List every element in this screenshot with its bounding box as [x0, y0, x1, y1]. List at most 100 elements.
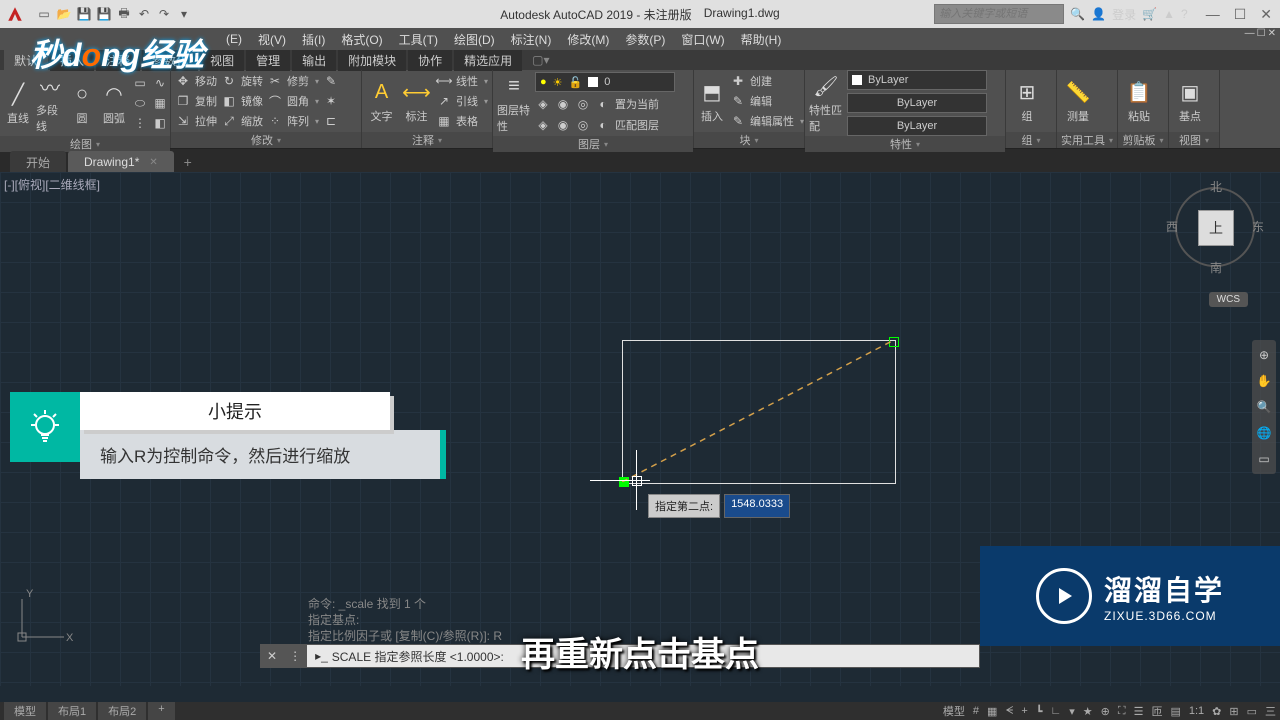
status-cycle-icon[interactable]: 匝 — [1151, 703, 1162, 719]
tab-close-icon[interactable]: ✕ — [149, 157, 157, 168]
scale-button[interactable]: 缩放 — [241, 113, 263, 129]
nav-orbit-icon[interactable]: 🌐 — [1255, 424, 1273, 442]
infocenter-icon[interactable]: 🔍 — [1070, 7, 1085, 21]
viewcube-s[interactable]: 南 — [1210, 259, 1222, 276]
help-icon[interactable]: ? — [1181, 7, 1188, 21]
stretch-button[interactable]: 拉伸 — [195, 113, 217, 129]
ellipse-icon[interactable]: ⬭ — [132, 95, 148, 111]
status-annot-icon[interactable]: ▤ — [1170, 705, 1180, 718]
layer-tool6-icon[interactable]: ◉ — [555, 117, 571, 133]
rect-icon[interactable]: ▭ — [132, 75, 148, 91]
measure-button[interactable]: 📏测量 — [1061, 78, 1095, 124]
layer-tool8-icon[interactable]: ◐ — [595, 117, 611, 133]
qat-redo-icon[interactable]: ↷ — [156, 6, 172, 22]
panel-modify-label[interactable]: 修改 — [171, 132, 361, 148]
copy-button[interactable]: 复制 — [195, 93, 217, 109]
a360-icon[interactable]: ▲ — [1163, 7, 1175, 21]
panel-block-label[interactable]: 块 — [694, 132, 804, 148]
status-scale[interactable]: 1:1 — [1189, 705, 1204, 717]
viewcube-top[interactable]: 上 — [1198, 210, 1234, 246]
leader-button[interactable]: 引线 — [456, 93, 478, 109]
menu-tools[interactable]: 工具(T) — [393, 31, 444, 48]
menu-dim[interactable]: 标注(N) — [505, 31, 558, 48]
point-icon[interactable]: ⋮ — [132, 115, 148, 131]
panel-prop-label[interactable]: 特性 — [805, 136, 1005, 152]
rotate-button[interactable]: 旋转 — [241, 73, 263, 89]
menu-draw[interactable]: 绘图(D) — [448, 31, 501, 48]
ribbon-collapse-icon[interactable]: ▢▾ — [532, 53, 549, 67]
nav-zoom-icon[interactable]: 🔍 — [1255, 398, 1273, 416]
offset-icon[interactable]: ⊏ — [323, 113, 339, 129]
cmdline-close-icon[interactable]: ✕ — [261, 645, 283, 667]
menu-help[interactable]: 帮助(H) — [735, 31, 788, 48]
doc-max-icon[interactable]: ☐ — [1257, 28, 1266, 39]
status-dyn-icon[interactable]: ⊕ — [1101, 705, 1110, 718]
ribbon-tab-featured[interactable]: 精选应用 — [454, 50, 522, 71]
tab-drawing1[interactable]: Drawing1*✕ — [68, 151, 174, 173]
panel-draw-label[interactable]: 绘图 — [0, 136, 170, 152]
qat-undo-icon[interactable]: ↶ — [136, 6, 152, 22]
doc-close-icon[interactable]: ✕ — [1268, 28, 1276, 39]
ribbon-tab-output[interactable]: 输出 — [292, 50, 336, 71]
spline-icon[interactable]: ∿ — [152, 75, 168, 91]
arc-button[interactable]: ◠圆弧 — [100, 80, 128, 126]
layer-selector[interactable]: ● ☀ 🔓 0 — [535, 72, 675, 92]
matchprop-button[interactable]: 🖌特性匹配 — [809, 72, 843, 134]
signin-label[interactable]: 登录 — [1112, 6, 1136, 23]
edit-block-button[interactable]: 编辑 — [750, 93, 772, 109]
app-logo[interactable] — [6, 4, 26, 24]
status-lwt-icon[interactable]: ⛶ — [1118, 705, 1126, 718]
ribbon-tab-manage[interactable]: 管理 — [246, 50, 290, 71]
tab-add-button[interactable]: + — [176, 151, 200, 173]
base-button[interactable]: ▣基点 — [1173, 78, 1207, 124]
group-button[interactable]: ⊞组 — [1010, 78, 1044, 124]
viewcube-e[interactable]: 东 — [1252, 218, 1264, 235]
status-iso-icon[interactable]: ┗ — [1036, 705, 1043, 718]
status-model[interactable]: 模型 — [943, 703, 965, 719]
tab-layout2[interactable]: 布局2 — [98, 702, 146, 720]
dyn-value-input[interactable]: 1548.0333 — [724, 494, 790, 518]
status-custom-icon[interactable]: 三 — [1265, 703, 1276, 719]
qat-save-icon[interactable]: 💾 — [76, 6, 92, 22]
menu-modify[interactable]: 修改(M) — [561, 31, 615, 48]
exchange-icon[interactable]: 🛒 — [1142, 7, 1157, 21]
ribbon-tab-collab[interactable]: 协作 — [408, 50, 452, 71]
viewport-label[interactable]: [-][俯视][二维线框] — [4, 176, 100, 193]
maximize-button[interactable]: ☐ — [1234, 6, 1247, 23]
nav-wheel-icon[interactable]: ⊕ — [1255, 346, 1273, 364]
circle-button[interactable]: ○圆 — [68, 80, 96, 126]
hatch-icon[interactable]: ▦ — [152, 95, 168, 111]
tab-start[interactable]: 开始 — [10, 151, 66, 173]
qat-new-icon[interactable]: ▭ — [36, 6, 52, 22]
create-block-button[interactable]: 创建 — [750, 73, 772, 89]
dim-button[interactable]: ⟷标注 — [401, 78, 432, 124]
qat-open-icon[interactable]: 📂 — [56, 6, 72, 22]
status-polar-icon[interactable]: + — [1021, 705, 1027, 717]
mirror-button[interactable]: 镜像 — [241, 93, 263, 109]
line-button[interactable]: ╱直线 — [4, 80, 32, 126]
linear-button[interactable]: 线性 — [456, 73, 478, 89]
menu-window[interactable]: 窗口(W) — [675, 31, 730, 48]
menu-view[interactable]: 视(V) — [252, 31, 292, 48]
menu-edit[interactable]: (E) — [220, 32, 248, 46]
status-monitor-icon[interactable]: ⊞ — [1229, 705, 1238, 718]
status-osnap-icon[interactable]: ∟ — [1050, 705, 1061, 717]
tab-layout1[interactable]: 布局1 — [48, 702, 96, 720]
lineweight-selector[interactable]: ByLayer — [847, 93, 987, 113]
qat-plot-icon[interactable]: 🖶 — [116, 6, 132, 22]
status-grid-icon[interactable]: # — [973, 705, 979, 717]
tab-model[interactable]: 模型 — [4, 702, 46, 720]
paste-button[interactable]: 📋粘贴 — [1122, 78, 1156, 124]
layer-tool7-icon[interactable]: ◎ — [575, 117, 591, 133]
setcur-button[interactable]: 置为当前 — [615, 96, 659, 112]
region-icon[interactable]: ◧ — [152, 115, 168, 131]
layer-tool2-icon[interactable]: ◉ — [555, 96, 571, 112]
layer-tool1-icon[interactable]: ◈ — [535, 96, 551, 112]
minimize-button[interactable]: — — [1206, 6, 1220, 23]
matchlayer-button[interactable]: 匹配图层 — [615, 117, 659, 133]
status-3dosnap-icon[interactable]: ▾ — [1069, 705, 1075, 718]
layer-tool5-icon[interactable]: ◈ — [535, 117, 551, 133]
panel-layer-label[interactable]: 图层 — [493, 136, 693, 152]
menu-insert[interactable]: 插(I) — [296, 31, 331, 48]
pline-button[interactable]: 〰多段线 — [36, 72, 64, 134]
